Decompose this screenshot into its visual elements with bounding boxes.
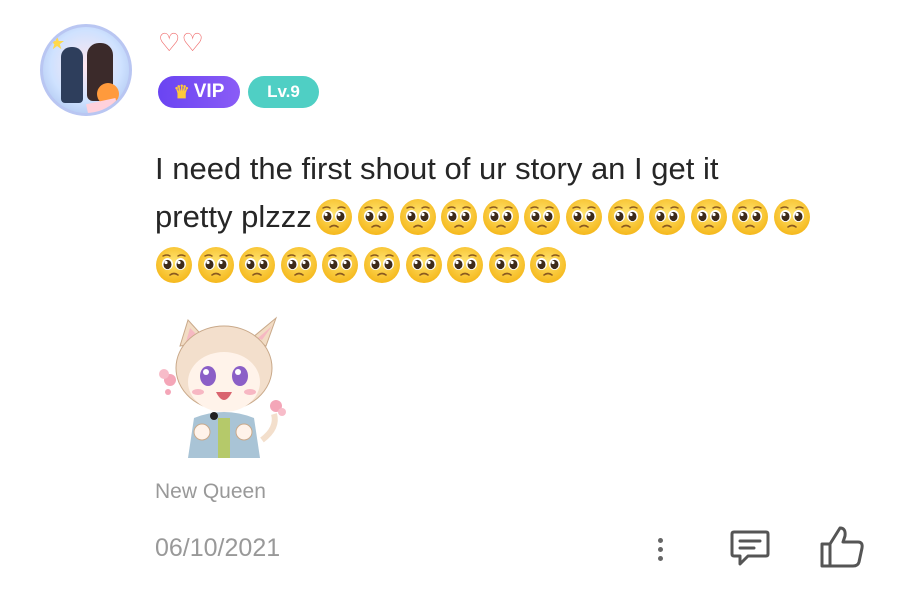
cat-girl-sticker <box>159 316 286 458</box>
more-vertical-icon[interactable] <box>650 530 670 568</box>
vip-badge: ♛ VIP <box>158 76 240 108</box>
level-badge: Lv.9 <box>248 76 319 108</box>
pleading-face-icon <box>155 246 193 284</box>
pleading-face-icon <box>238 246 276 284</box>
sticker-image[interactable] <box>158 308 288 458</box>
pleading-face-icon <box>315 198 353 236</box>
pleading-face-icon <box>399 198 437 236</box>
message-line: pretty plzzz <box>155 193 875 241</box>
pleading-face-icon <box>405 246 443 284</box>
avatar-figure <box>61 47 83 103</box>
dot <box>657 546 663 552</box>
pleading-face-icon <box>197 246 235 284</box>
dot <box>657 537 663 543</box>
pleading-face-icon <box>482 198 520 236</box>
pleading-face-icon <box>607 198 645 236</box>
pleading-face-icon <box>440 198 478 236</box>
pleading-face-icon <box>648 198 686 236</box>
level-label: Lv.9 <box>267 82 300 101</box>
signature-text: New Queen <box>155 480 266 503</box>
pleading-face-icon <box>523 198 561 236</box>
pleading-face-icon <box>363 246 401 284</box>
message-text: pretty plzzz <box>155 199 312 234</box>
comment-icon[interactable] <box>728 526 772 570</box>
pleading-face-icon <box>488 246 526 284</box>
post-date: 06/10/2021 <box>155 534 281 562</box>
pleading-face-icon <box>280 246 318 284</box>
pleading-face-icon <box>690 198 728 236</box>
pleading-face-icon <box>731 198 769 236</box>
avatar[interactable]: ★ <box>40 24 132 116</box>
pleading-face-icon <box>446 246 484 284</box>
pleading-face-icon <box>773 198 811 236</box>
message-line: I need the first shout of ur story an I … <box>155 151 719 186</box>
crown-icon: ♛ <box>173 82 190 102</box>
dot <box>657 555 663 561</box>
comment-message: I need the first shout of ur story an I … <box>155 145 875 289</box>
pleading-face-icon <box>321 246 359 284</box>
pleading-face-icon <box>529 246 567 284</box>
pleading-face-icon <box>357 198 395 236</box>
user-hearts: ♡♡ <box>158 28 205 57</box>
thumbs-up-icon[interactable] <box>818 524 866 570</box>
vip-label: VIP <box>193 81 225 102</box>
emoji-row <box>155 241 875 289</box>
pleading-face-icon <box>565 198 603 236</box>
